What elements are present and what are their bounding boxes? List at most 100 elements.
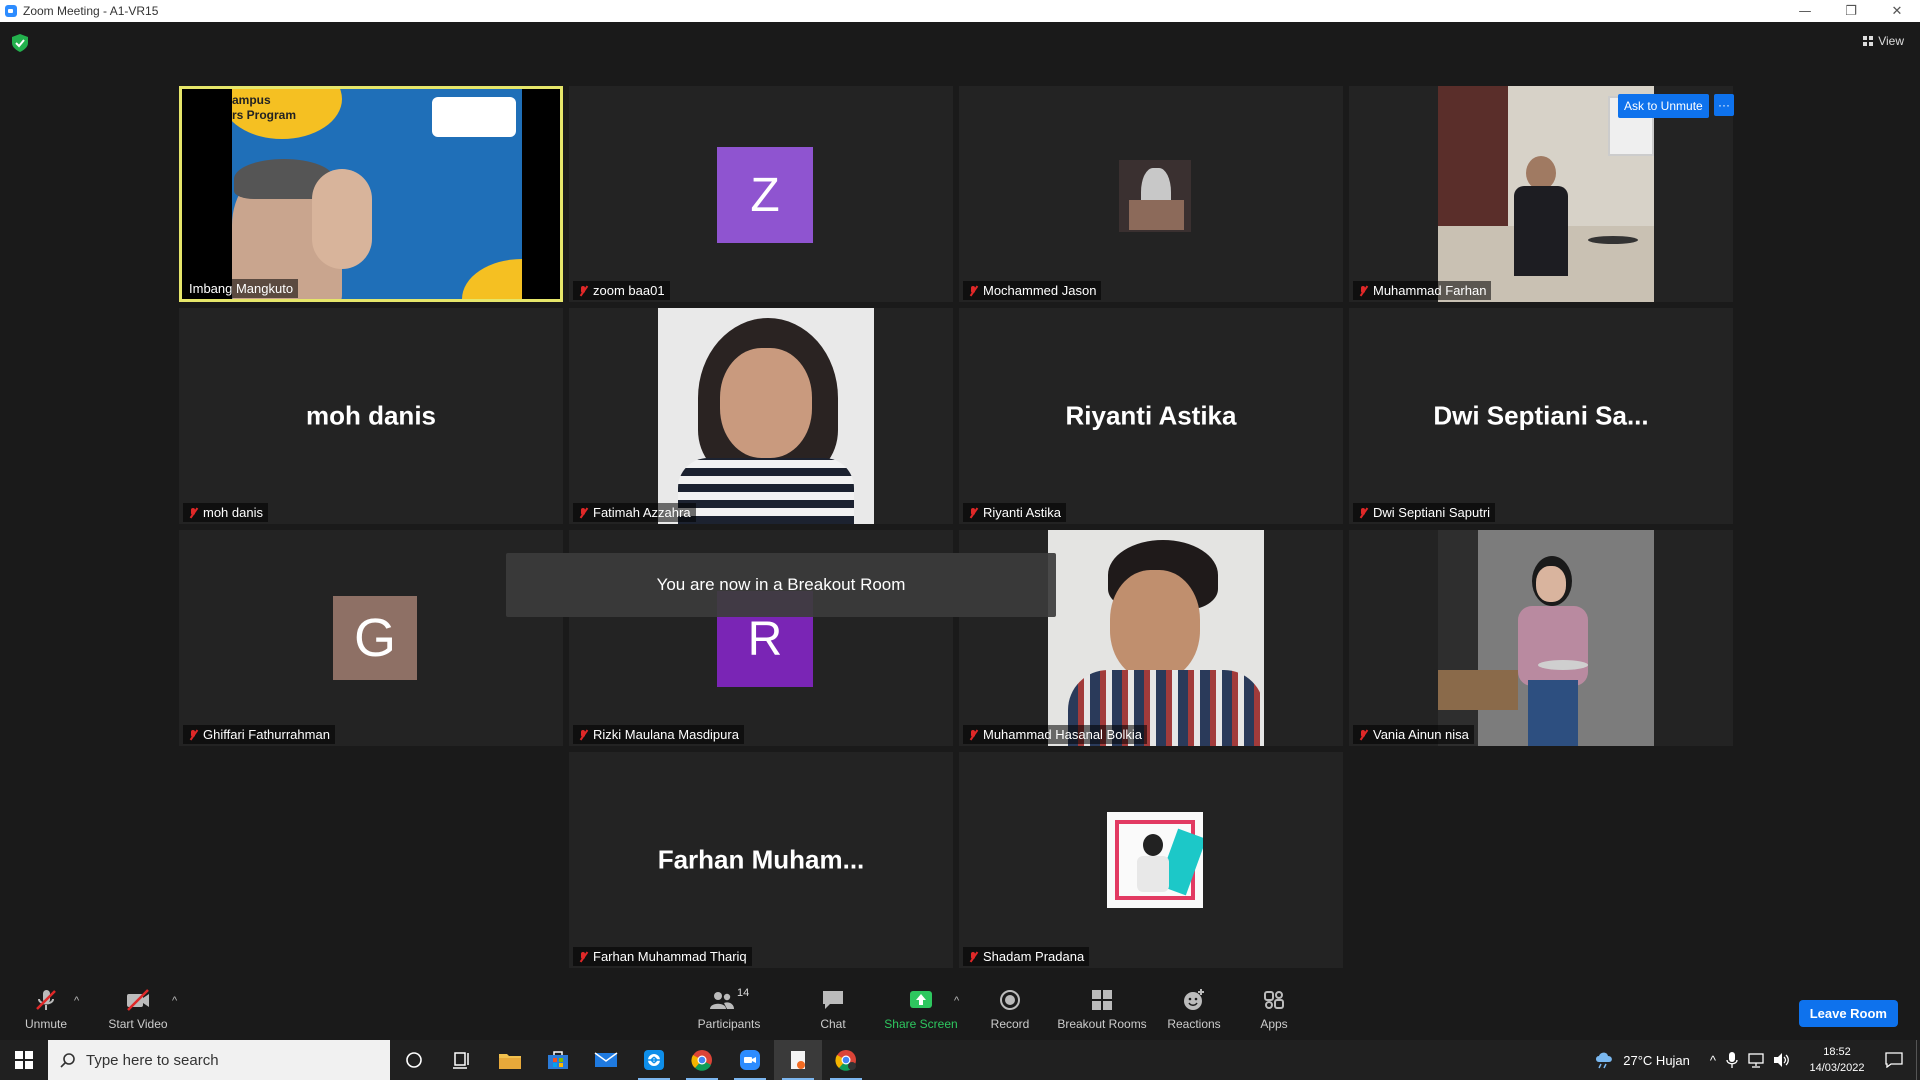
participant-tile[interactable]: Z zoom baa01 xyxy=(569,86,953,302)
participants-button[interactable]: 14 Participants xyxy=(694,979,764,1040)
breakout-rooms-label: Breakout Rooms xyxy=(1057,1016,1147,1031)
close-button[interactable]: ✕ xyxy=(1874,0,1920,22)
participant-tile[interactable]: Riyanti Astika Riyanti Astika xyxy=(959,308,1343,524)
profile-photo xyxy=(1119,160,1191,232)
cortana-icon[interactable] xyxy=(390,1040,438,1080)
participant-name-label: Rizki Maulana Masdipura xyxy=(573,725,744,744)
clock-time: 18:52 xyxy=(1823,1046,1851,1058)
participant-name-label: Dwi Septiani Saputri xyxy=(1353,503,1496,522)
restore-button[interactable]: ❐ xyxy=(1828,0,1874,22)
microphone-icon[interactable] xyxy=(1726,1052,1738,1068)
chat-button[interactable]: Chat xyxy=(806,979,860,1040)
weather-rain-icon xyxy=(1596,1052,1613,1069)
reactions-icon xyxy=(1184,988,1204,1010)
mic-muted-icon xyxy=(577,507,589,519)
participant-name: Rizki Maulana Masdipura xyxy=(593,727,739,742)
breakout-rooms-button[interactable]: Breakout Rooms xyxy=(1056,979,1148,1040)
participant-name-label: Vania Ainun nisa xyxy=(1353,725,1474,744)
slide-logo xyxy=(432,97,516,137)
mail-icon[interactable] xyxy=(582,1040,630,1080)
participant-name: Dwi Septiani Saputri xyxy=(1373,505,1491,520)
more-options-button[interactable]: ··· xyxy=(1714,94,1734,116)
participant-tile[interactable]: Farhan Muham... Farhan Muhammad Thariq xyxy=(569,752,953,968)
mic-muted-icon xyxy=(187,729,199,741)
avatar-letter: Z xyxy=(750,168,780,222)
participant-name-label: Mochammed Jason xyxy=(963,281,1102,300)
weather-text[interactable]: 27°C Hujan xyxy=(1623,1053,1690,1068)
notification-icon xyxy=(1885,1052,1903,1068)
participant-tile[interactable]: Mochammed Jason xyxy=(959,86,1343,302)
participant-display-name: Farhan Muham... xyxy=(657,844,865,875)
participant-name-label: Muhammad Hasanal Bolkia xyxy=(963,725,1147,744)
share-options-caret[interactable]: ^ xyxy=(954,995,959,1007)
participant-tile[interactable]: Fatimah Azzahra xyxy=(569,308,953,524)
record-button[interactable]: Record xyxy=(984,979,1036,1040)
participant-tile[interactable]: Vania Ainun nisa xyxy=(1349,530,1733,746)
zoom-taskbar-icon[interactable] xyxy=(726,1040,774,1080)
participant-name-label: Muhammad Farhan xyxy=(1353,281,1492,300)
participant-name: Imbang Mangkuto xyxy=(189,281,294,296)
unmute-options-caret[interactable]: ^ xyxy=(74,995,79,1007)
share-screen-icon xyxy=(910,990,932,1008)
start-video-button[interactable]: Start Video xyxy=(106,979,170,1040)
video-options-caret[interactable]: ^ xyxy=(172,995,177,1007)
avatar-letter: G xyxy=(353,608,396,668)
microsoft-store-icon[interactable] xyxy=(534,1040,582,1080)
show-desktop-button[interactable] xyxy=(1916,1040,1920,1080)
avatar: Z xyxy=(717,147,813,243)
mic-muted-icon xyxy=(967,507,979,519)
search-placeholder: Type here to search xyxy=(86,1051,219,1069)
windows-start-button[interactable] xyxy=(0,1040,48,1080)
mic-muted-icon xyxy=(187,507,199,519)
participant-display-name: moh danis xyxy=(305,400,436,431)
teamviewer-icon[interactable] xyxy=(630,1040,678,1080)
chrome-profile-icon[interactable] xyxy=(822,1040,870,1080)
participant-name-label: Riyanti Astika xyxy=(963,503,1067,522)
video-feed xyxy=(658,308,874,524)
participant-tile[interactable]: ampus rs Program Imbang Mangkuto xyxy=(179,86,563,302)
view-label: View xyxy=(1878,34,1904,48)
reactions-button[interactable]: Reactions xyxy=(1164,979,1224,1040)
record-icon xyxy=(1000,989,1020,1010)
avatar-letter: R xyxy=(747,612,783,666)
volume-icon[interactable] xyxy=(1772,1052,1790,1068)
participant-name: Farhan Muhammad Thariq xyxy=(593,949,747,964)
participant-name-label: Farhan Muhammad Thariq xyxy=(573,947,752,966)
task-view-icon[interactable] xyxy=(438,1040,486,1080)
participants-count: 14 xyxy=(737,986,750,999)
participant-name: moh danis xyxy=(203,505,263,520)
notes-app-icon[interactable] xyxy=(774,1040,822,1080)
leave-room-button[interactable]: Leave Room xyxy=(1798,1000,1898,1027)
participant-name-label: Imbang Mangkuto xyxy=(185,279,299,298)
notifications-button[interactable] xyxy=(1872,1040,1916,1080)
window-title: Zoom Meeting - A1-VR15 xyxy=(23,4,159,18)
unmute-label: Unmute xyxy=(24,1016,68,1031)
windows-logo-icon xyxy=(15,1051,33,1069)
view-button[interactable]: View xyxy=(1863,34,1904,48)
participant-tile[interactable]: moh danis moh danis xyxy=(179,308,563,524)
participant-tile[interactable]: Shadam Pradana xyxy=(959,752,1343,968)
share-screen-label: Share Screen xyxy=(884,1016,958,1031)
share-screen-button[interactable]: Share Screen xyxy=(882,979,960,1040)
reactions-label: Reactions xyxy=(1167,1016,1221,1031)
minimize-button[interactable]: — xyxy=(1782,0,1828,22)
participant-tile[interactable]: Dwi Septiani Sa... Dwi Septiani Saputri xyxy=(1349,308,1733,524)
mic-muted-icon xyxy=(967,729,979,741)
unmute-button[interactable]: Unmute xyxy=(22,979,70,1040)
participant-name: Mochammed Jason xyxy=(983,283,1097,298)
participant-name: Muhammad Hasanal Bolkia xyxy=(983,727,1142,742)
ask-to-unmute-button[interactable]: Ask to Unmute xyxy=(1618,94,1709,118)
participant-tile[interactable]: Muhammad Farhan xyxy=(1349,86,1733,302)
network-icon[interactable] xyxy=(1748,1052,1764,1068)
clock-date: 14/03/2022 xyxy=(1809,1062,1865,1074)
participant-name: Ghiffari Fathurrahman xyxy=(203,727,330,742)
chrome-icon[interactable] xyxy=(678,1040,726,1080)
mic-muted-icon xyxy=(967,951,979,963)
file-explorer-icon[interactable] xyxy=(486,1040,534,1080)
taskbar-search-box[interactable]: Type here to search xyxy=(48,1040,390,1080)
apps-button[interactable]: Apps xyxy=(1252,979,1296,1040)
taskbar-clock[interactable]: 18:52 14/03/2022 xyxy=(1802,1044,1872,1076)
apps-label: Apps xyxy=(1260,1016,1288,1031)
encryption-shield-icon[interactable] xyxy=(12,34,28,52)
tray-overflow-chevron-icon[interactable]: ^ xyxy=(1710,1053,1716,1068)
